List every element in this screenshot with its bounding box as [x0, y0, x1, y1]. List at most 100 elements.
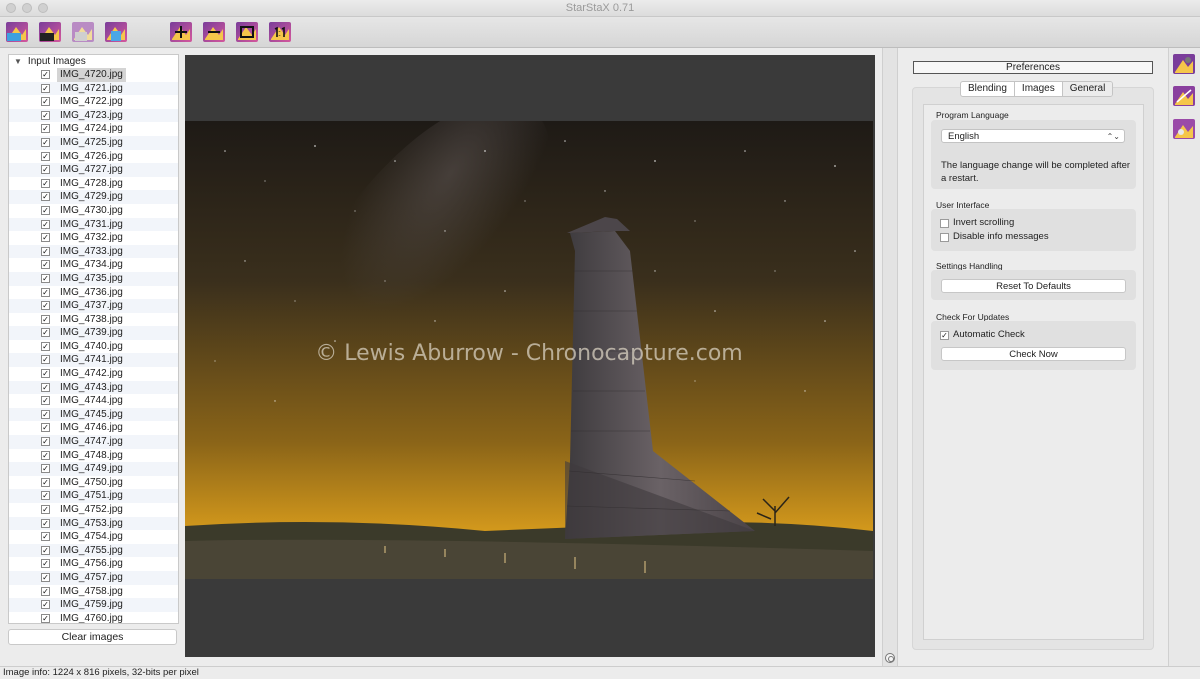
- image-checkbox[interactable]: ✓: [41, 137, 50, 147]
- image-checkbox[interactable]: ✓: [41, 600, 50, 610]
- image-checkbox[interactable]: ✓: [41, 83, 50, 93]
- list-item[interactable]: ✓ IMG_4746.jpg: [9, 421, 178, 435]
- list-item[interactable]: ✓ IMG_4756.jpg: [9, 557, 178, 571]
- disable-info-checkbox[interactable]: [940, 233, 949, 242]
- list-item[interactable]: ✓ IMG_4759.jpg: [9, 598, 178, 612]
- image-checkbox[interactable]: ✓: [41, 396, 50, 406]
- list-item[interactable]: ✓ IMG_4723.jpg: [9, 108, 178, 123]
- list-item[interactable]: ✓ IMG_4738.jpg: [9, 313, 178, 327]
- image-checkbox[interactable]: ✓: [41, 613, 50, 623]
- image-checkbox[interactable]: ✓: [41, 464, 50, 474]
- list-item[interactable]: ✓ IMG_4722.jpg: [9, 95, 178, 109]
- list-item[interactable]: ✓ IMG_4729.jpg: [9, 190, 178, 204]
- input-images-header[interactable]: ▼ Input Images: [9, 55, 178, 68]
- fit-to-window-button[interactable]: [234, 19, 260, 45]
- list-item[interactable]: ✓ IMG_4760.jpg: [9, 612, 178, 623]
- effects-button[interactable]: [1172, 117, 1196, 141]
- open-dark-frames-button[interactable]: [37, 19, 63, 45]
- image-checkbox[interactable]: ✓: [41, 477, 50, 487]
- list-item[interactable]: ✓ IMG_4747.jpg: [9, 435, 178, 449]
- image-checkbox[interactable]: ✓: [41, 369, 50, 379]
- list-item[interactable]: ✓ IMG_4742.jpg: [9, 367, 178, 381]
- reset-to-defaults-button[interactable]: Reset To Defaults: [941, 279, 1126, 293]
- tab-blending[interactable]: Blending: [961, 82, 1015, 96]
- image-checkbox[interactable]: ✓: [41, 572, 50, 582]
- list-item[interactable]: ✓ IMG_4726.jpg: [9, 150, 178, 164]
- image-checkbox[interactable]: ✓: [41, 382, 50, 392]
- image-checkbox[interactable]: ✓: [41, 124, 50, 134]
- image-checkbox[interactable]: ✓: [41, 450, 50, 460]
- image-checkbox[interactable]: ✓: [41, 341, 50, 351]
- list-item[interactable]: ✓ IMG_4755.jpg: [9, 543, 178, 558]
- image-checkbox[interactable]: ✓: [41, 301, 50, 311]
- tab-images[interactable]: Images: [1015, 82, 1063, 96]
- image-checkbox[interactable]: ✓: [41, 314, 50, 324]
- image-checkbox[interactable]: ✓: [41, 532, 50, 542]
- list-item[interactable]: ✓ IMG_4753.jpg: [9, 516, 178, 531]
- image-viewer[interactable]: © Lewis Aburrow - Chronocapture.com: [185, 55, 875, 657]
- list-item[interactable]: ✓ IMG_4739.jpg: [9, 326, 178, 340]
- image-checkbox[interactable]: ✓: [41, 328, 50, 338]
- list-item[interactable]: ✓ IMG_4744.jpg: [9, 394, 178, 408]
- image-checkbox[interactable]: ✓: [41, 586, 50, 596]
- image-checkbox[interactable]: ✓: [41, 97, 50, 107]
- image-checkbox[interactable]: ✓: [41, 151, 50, 161]
- save-image-button[interactable]: [70, 19, 96, 45]
- image-checkbox[interactable]: ✓: [41, 205, 50, 215]
- list-item[interactable]: ✓ IMG_4757.jpg: [9, 570, 178, 585]
- language-select[interactable]: English ⌃⌄: [941, 129, 1125, 143]
- image-checkbox[interactable]: ✓: [41, 437, 50, 447]
- list-item[interactable]: ✓ IMG_4740.jpg: [9, 340, 178, 354]
- image-checkbox[interactable]: ✓: [41, 505, 50, 514]
- check-now-button[interactable]: Check Now: [941, 347, 1126, 361]
- disclosure-triangle-icon[interactable]: ▼: [14, 55, 22, 68]
- splitter-handle-icon[interactable]: [885, 653, 895, 663]
- image-checkbox[interactable]: ✓: [41, 355, 50, 365]
- image-checkbox[interactable]: ✓: [41, 233, 50, 243]
- preferences-button[interactable]: [1172, 52, 1196, 76]
- zoom-in-button[interactable]: [168, 19, 194, 45]
- image-checkbox[interactable]: ✓: [41, 192, 50, 202]
- list-item[interactable]: ✓ IMG_4749.jpg: [9, 462, 178, 476]
- start-processing-button[interactable]: [103, 19, 129, 45]
- image-checkbox[interactable]: ✓: [41, 409, 50, 419]
- image-checkbox[interactable]: ✓: [41, 178, 50, 188]
- tab-general[interactable]: General: [1062, 82, 1113, 96]
- blend-mode-button[interactable]: [1172, 84, 1196, 108]
- list-item[interactable]: ✓ IMG_4725.jpg: [9, 135, 178, 150]
- list-item[interactable]: ✓ IMG_4754.jpg: [9, 530, 178, 544]
- zoom-out-button[interactable]: [201, 19, 227, 45]
- actual-size-button[interactable]: [267, 19, 293, 45]
- list-item[interactable]: ✓ IMG_4731.jpg: [9, 217, 178, 232]
- list-item[interactable]: ✓ IMG_4752.jpg: [9, 503, 178, 517]
- image-checkbox[interactable]: ✓: [41, 287, 50, 297]
- image-checkbox[interactable]: ✓: [41, 165, 50, 175]
- list-item[interactable]: ✓ IMG_4758.jpg: [9, 585, 178, 599]
- panel-splitter[interactable]: [882, 48, 898, 666]
- image-checkbox[interactable]: ✓: [41, 423, 50, 433]
- list-item[interactable]: ✓ IMG_4743.jpg: [9, 380, 178, 395]
- list-item[interactable]: ✓ IMG_4733.jpg: [9, 244, 178, 259]
- image-checkbox[interactable]: ✓: [41, 559, 50, 569]
- automatic-check-checkbox[interactable]: ✓: [940, 331, 949, 340]
- image-checkbox[interactable]: ✓: [41, 518, 50, 528]
- clear-images-button[interactable]: Clear images: [8, 629, 177, 645]
- list-item[interactable]: ✓ IMG_4748.jpg: [9, 449, 178, 463]
- image-checkbox[interactable]: ✓: [41, 110, 50, 120]
- list-item[interactable]: ✓ IMG_4730.jpg: [9, 204, 178, 218]
- list-item[interactable]: ✓ IMG_4724.jpg: [9, 122, 178, 136]
- image-checkbox[interactable]: ✓: [41, 219, 50, 229]
- list-item[interactable]: ✓ IMG_4751.jpg: [9, 489, 178, 503]
- list-item[interactable]: ✓ IMG_4745.jpg: [9, 407, 178, 422]
- list-item[interactable]: ✓ IMG_4732.jpg: [9, 231, 178, 245]
- image-checkbox[interactable]: ✓: [41, 246, 50, 256]
- image-checkbox[interactable]: ✓: [41, 70, 50, 79]
- list-item[interactable]: ✓ IMG_4727.jpg: [9, 163, 178, 177]
- list-item[interactable]: ✓ IMG_4721.jpg: [9, 81, 178, 96]
- image-checkbox[interactable]: ✓: [41, 260, 50, 270]
- image-checkbox[interactable]: ✓: [41, 545, 50, 555]
- list-item[interactable]: ✓ IMG_4750.jpg: [9, 476, 178, 490]
- list-item[interactable]: ✓ IMG_4737.jpg: [9, 299, 178, 313]
- open-images-button[interactable]: [4, 19, 30, 45]
- list-item[interactable]: ✓ IMG_4741.jpg: [9, 353, 178, 368]
